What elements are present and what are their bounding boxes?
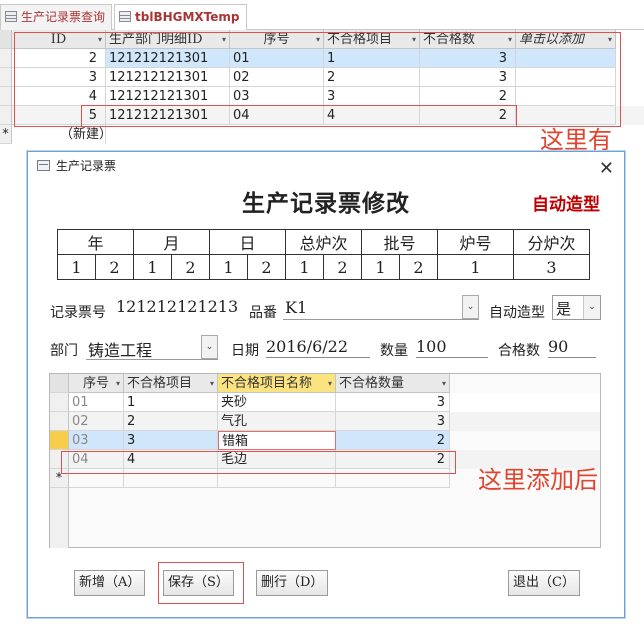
grid-header-total-heat: 总炉次 [285,229,362,255]
row-selector[interactable] [0,49,12,68]
part-label: 品番 [249,305,277,321]
cell-seq[interactable]: 03 [69,431,124,450]
table-row[interactable]: 01 1 夹砂 3 [50,393,600,412]
annotation-box-save [158,562,244,604]
grid-digit[interactable]: 1 [57,254,96,280]
tab-tblbhgmxtemp[interactable]: tblBHGMXTemp [114,4,247,31]
record-number-grid: 年 月 日 总炉次 批号 炉号 分炉次 1 2 1 2 1 2 1 2 1 2 … [57,229,590,280]
dropdown-arrow-icon[interactable]: ▾ [116,374,120,392]
query-icon [5,11,17,22]
chevron-down-icon[interactable]: ⌄ [201,335,218,359]
annotation-text-after-add: 这里添加后 [478,466,598,494]
chevron-down-icon[interactable]: ⌄ [462,295,479,319]
cell-item-name-editing[interactable]: 错箱 [218,431,336,450]
cell-item-name[interactable]: 气孔 [218,412,336,431]
form-icon [37,160,50,171]
grid-header-sub-heat: 分炉次 [513,229,590,255]
table-icon [119,11,131,22]
cell-defect-qty[interactable]: 3 [336,393,450,412]
dept-label: 部门 [50,343,78,359]
table-row[interactable]: 02 2 气孔 3 [50,412,600,431]
select-all[interactable] [0,30,12,49]
dialog-window-title: 生产记录票 [56,159,117,173]
row-selector[interactable] [0,68,12,87]
grid-digit[interactable]: 2 [171,254,210,280]
cell-item[interactable]: 1 [124,393,218,412]
row-selector[interactable] [50,431,69,450]
dialog-titlebar: 生产记录票 ✕ [28,152,624,180]
auto-mold-value: 是 [556,300,572,318]
part-combobox[interactable]: K1 ⌄ [283,295,479,320]
production-record-dialog: 生产记录票 ✕ 生产记录票修改 自动造型 年 月 日 总炉次 批号 炉号 分炉次… [27,151,625,618]
grid-header-month: 月 [133,229,210,255]
auto-mold-tag: 自动造型 [532,195,600,215]
row-selector[interactable] [0,87,12,106]
qty-label: 数量 [380,343,408,359]
row-selector[interactable] [50,412,69,431]
date-label: 日期 [231,343,259,359]
part-value: K1 [285,298,308,317]
annotation-box-new-subrow [61,451,456,474]
tab-label: tblBHGMXTemp [135,10,240,24]
row-selector[interactable] [0,106,12,125]
grid-header-batch: 批号 [361,229,438,255]
cell-item-name[interactable]: 夹砂 [218,393,336,412]
cell-seq[interactable]: 02 [69,412,124,431]
auto-mold-label: 自动造型 [489,305,545,321]
cell-item[interactable]: 2 [124,412,218,431]
qty-field[interactable]: 100 [416,336,488,358]
cell-seq[interactable]: 01 [69,393,124,412]
close-icon[interactable]: ✕ [599,155,614,183]
cell-defect-qty[interactable]: 2 [336,431,450,450]
col-header-seq[interactable]: 序号 ▾ [69,374,124,393]
annotation-box-new-row [81,105,517,127]
chevron-down-icon[interactable]: ⌄ [583,296,600,319]
pass-label: 合格数 [498,343,540,359]
date-field[interactable]: 2016/6/22 [266,336,370,358]
grid-header-furnace: 炉号 [437,229,514,255]
tab-label: 生产记录票查询 [21,10,106,24]
grid-digit[interactable]: 2 [323,254,362,280]
row-selector[interactable] [50,393,69,412]
grid-digit[interactable]: 2 [399,254,438,280]
grid-digit[interactable]: 2 [247,254,286,280]
grid-digit[interactable]: 1 [209,254,248,280]
grid-digit[interactable]: 3 [513,254,590,280]
grid-digit[interactable]: 1 [133,254,172,280]
dept-combobox[interactable]: 铸造工程 ⌄ [86,335,218,360]
add-button[interactable]: 新增（A） [74,570,146,596]
dropdown-arrow-icon[interactable]: ▾ [328,374,332,392]
delete-row-button[interactable]: 删行（D） [256,570,329,596]
dept-value: 铸造工程 [88,341,153,360]
header-row: 序号 ▾ 不合格项目 ▾ 不合格项目名称 ▾ 不合格数量 ▾ [50,374,600,393]
grid-header-year: 年 [57,229,134,255]
cell-item[interactable]: 3 [124,431,218,450]
new-row-label[interactable]: （新建） [12,125,106,144]
table-row-selected[interactable]: 03 3 错箱 2 [50,431,600,450]
grid-digit[interactable]: 2 [95,254,134,280]
pass-field[interactable]: 90 [548,336,596,358]
selector-column-fill [50,488,69,548]
document-tab-bar: 生产记录票查询 tblBHGMXTemp [0,0,644,31]
exit-button[interactable]: 退出（C） [508,570,580,596]
grid-value-row: 1 2 1 2 1 2 1 2 1 2 1 3 [57,254,590,280]
grid-digit[interactable]: 1 [361,254,400,280]
col-header-item[interactable]: 不合格项目 ▾ [124,374,218,393]
dropdown-arrow-icon[interactable]: ▾ [210,374,214,392]
record-no-label: 记录票号 [50,305,106,321]
grid-digit[interactable]: 1 [437,254,514,280]
cell-defect-qty[interactable]: 3 [336,412,450,431]
col-header-item-name[interactable]: 不合格项目名称 ▾ [218,374,336,393]
record-no-field[interactable]: 121212121213 [116,296,240,318]
select-all[interactable] [50,374,69,393]
annotation-text-here: 这里有 [540,126,612,154]
tab-production-record-query[interactable]: 生产记录票查询 [0,4,113,30]
new-row-marker: * [0,125,12,144]
auto-mold-combobox[interactable]: 是 ⌄ [552,295,601,320]
col-header-defect-qty[interactable]: 不合格数量 ▾ [336,374,450,393]
grid-header-day: 日 [209,229,286,255]
grid-header-row: 年 月 日 总炉次 批号 炉号 分炉次 [57,229,590,255]
dropdown-arrow-icon[interactable]: ▾ [442,374,446,392]
grid-digit[interactable]: 1 [285,254,324,280]
